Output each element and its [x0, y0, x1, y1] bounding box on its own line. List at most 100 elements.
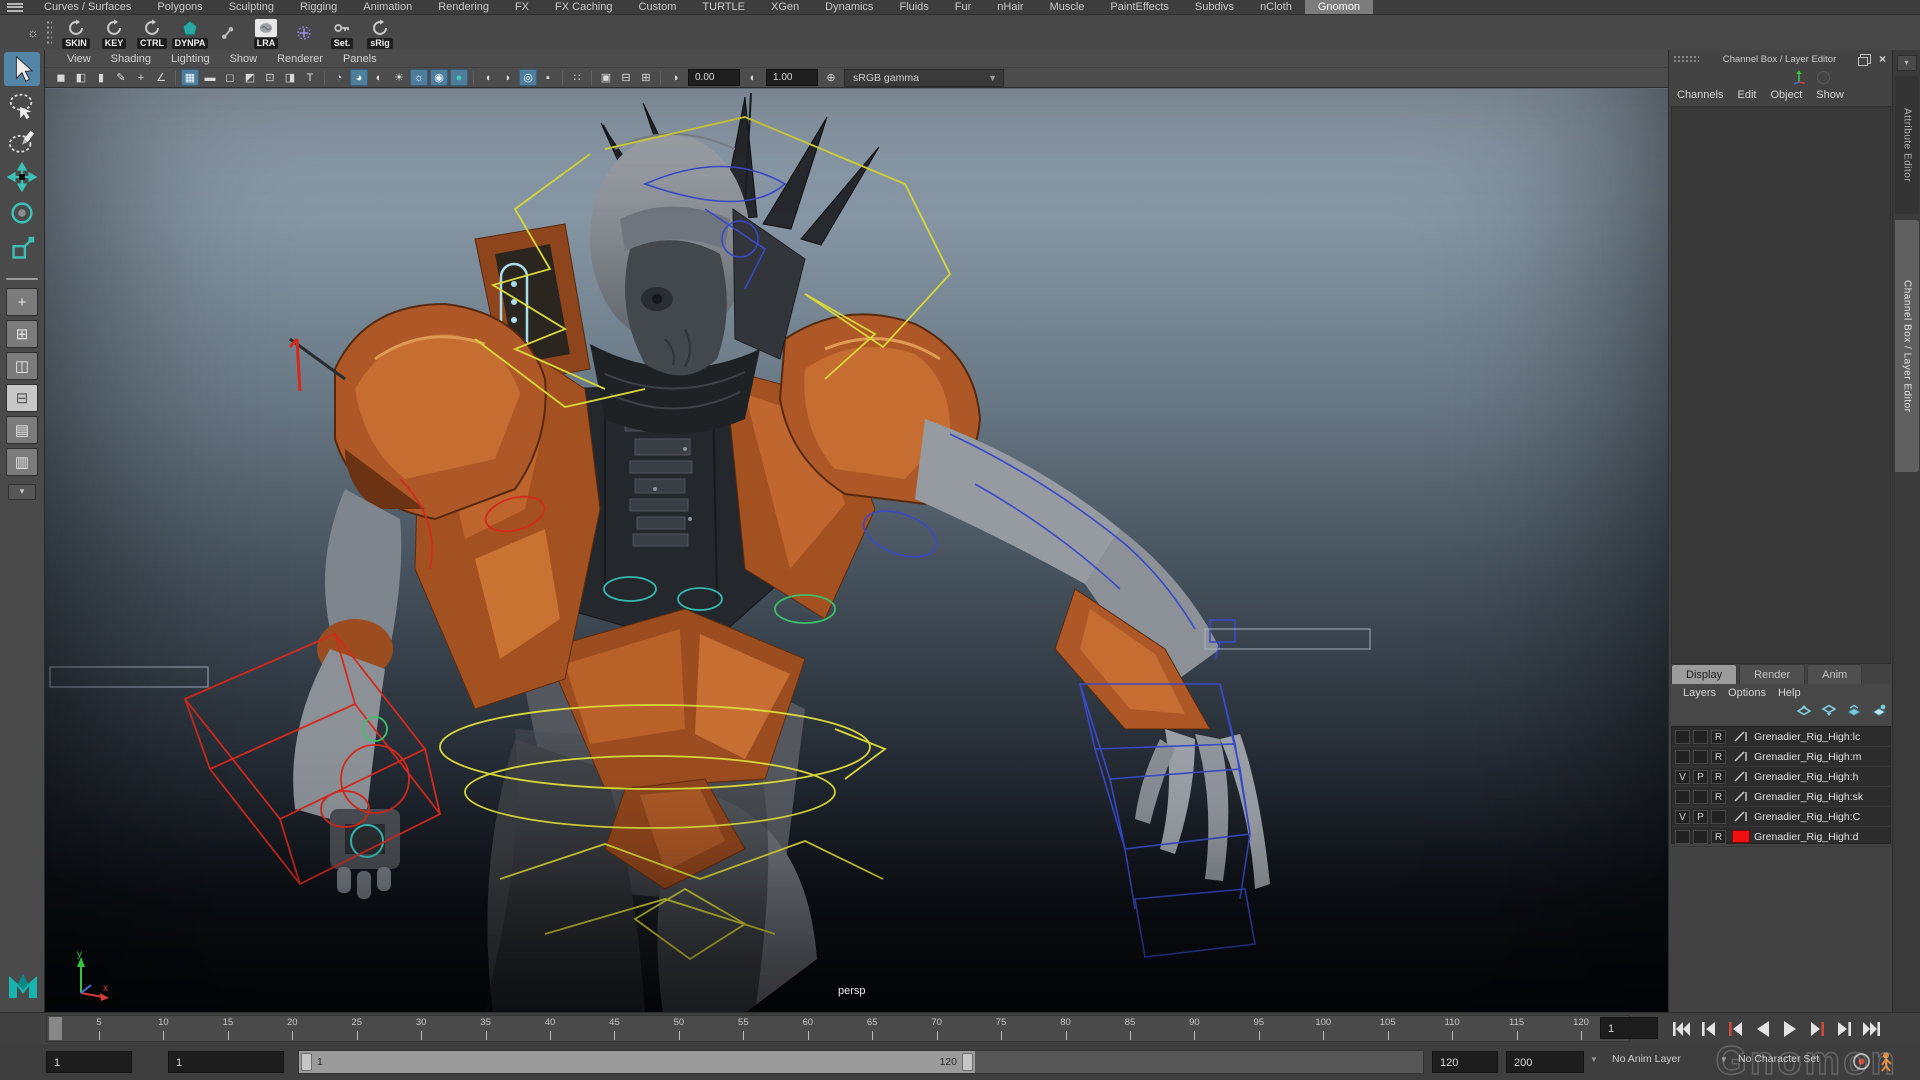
layer-color-swatch[interactable]: [1732, 770, 1750, 783]
gamma-field[interactable]: 1.00: [766, 69, 818, 86]
layer-down-icon[interactable]: [1821, 703, 1837, 723]
pane-outliner-layout[interactable]: ◫: [6, 352, 38, 380]
side-strip-arrow-icon[interactable]: ▾: [1897, 55, 1917, 71]
pane-two-icon[interactable]: ⊟: [617, 69, 635, 86]
contrast-icon[interactable]: ◐: [744, 69, 762, 86]
manipulator-icon[interactable]: +: [132, 69, 150, 86]
menubar-item-rigging[interactable]: Rigging: [287, 0, 350, 14]
layer-row[interactable]: RGrenadier_Rig_High:m: [1672, 747, 1890, 767]
panel-menu-panels[interactable]: Panels: [333, 53, 387, 65]
layer-row[interactable]: RGrenadier_Rig_High:d: [1672, 827, 1890, 847]
menubar-item-ncloth[interactable]: nCloth: [1247, 0, 1305, 14]
fog-icon[interactable]: ▪: [539, 69, 557, 86]
playback-toggle[interactable]: [1693, 750, 1708, 764]
step-forward-key-button[interactable]: [1803, 1016, 1830, 1041]
visibility-toggle[interactable]: [1675, 730, 1690, 744]
layer-color-swatch[interactable]: [1732, 730, 1750, 743]
motion-blur-icon[interactable]: ●: [450, 69, 468, 86]
shelf-item-key[interactable]: KEY: [96, 16, 132, 49]
close-icon[interactable]: ×: [1879, 53, 1886, 65]
play-backwards-button[interactable]: [1749, 1016, 1776, 1041]
display-mode-toggle[interactable]: R: [1711, 790, 1726, 804]
panel-menu-lighting[interactable]: Lighting: [161, 53, 220, 65]
panel-menu-show[interactable]: Show: [220, 53, 268, 65]
custom-pane-layout[interactable]: ▥: [6, 448, 38, 476]
panel-grip[interactable]: [1673, 55, 1699, 63]
colorspace-dropdown[interactable]: sRGB gamma ▼: [844, 69, 1004, 87]
channel-box-menu-edit[interactable]: Edit: [1737, 89, 1756, 101]
layer-row[interactable]: VPRGrenadier_Rig_High:h: [1672, 767, 1890, 787]
exposure-icon[interactable]: ◑: [666, 69, 684, 86]
isolate-select-icon[interactable]: ◎: [519, 69, 537, 86]
current-frame-field[interactable]: 1: [1600, 1017, 1658, 1039]
tab-attribute-editor[interactable]: Attribute Editor: [1895, 76, 1919, 214]
display-mode-toggle[interactable]: R: [1711, 730, 1726, 744]
default-material-icon[interactable]: ◔: [330, 69, 348, 86]
two-pane-layout[interactable]: ⊟: [6, 384, 38, 412]
range-end-handle[interactable]: [962, 1053, 973, 1071]
playback-toggle[interactable]: P: [1693, 810, 1708, 824]
single-pane-layout[interactable]: +: [6, 288, 38, 316]
menubar-item-muscle[interactable]: Muscle: [1037, 0, 1098, 14]
ambient-occlusion-icon[interactable]: ◉: [430, 69, 448, 86]
shelf-options-icon[interactable]: ☼: [24, 25, 42, 40]
playback-toggle[interactable]: P: [1693, 770, 1708, 784]
chevron-down-icon[interactable]: ▼: [1590, 1055, 1598, 1064]
menubar-item-curves-surfaces[interactable]: Curves / Surfaces: [31, 0, 144, 14]
camera-icon[interactable]: ◼: [52, 69, 70, 86]
range-start-handle[interactable]: [301, 1053, 312, 1071]
range-slider-groove[interactable]: 1 120: [298, 1050, 1424, 1074]
display-mode-toggle[interactable]: [1711, 810, 1726, 824]
layer-up-icon[interactable]: [1796, 703, 1812, 723]
xray-icon[interactable]: ◖: [479, 69, 497, 86]
menubar-item-rendering[interactable]: Rendering: [425, 0, 502, 14]
shelf-item-srig[interactable]: sRig: [362, 16, 398, 49]
layout-more-button[interactable]: ▾: [8, 484, 36, 500]
character-set-dropdown[interactable]: No Character Set: [1738, 1053, 1819, 1065]
shelf-item-joint[interactable]: [210, 16, 246, 49]
rotate-tool[interactable]: [4, 196, 40, 230]
current-time-marker[interactable]: [49, 1017, 62, 1040]
animation-preferences-icon[interactable]: [1876, 1051, 1896, 1072]
menubar-item-fx[interactable]: FX: [502, 0, 542, 14]
layer-tab-display[interactable]: Display: [1671, 664, 1737, 684]
grid-icon[interactable]: ▦: [181, 69, 199, 86]
layer-color-swatch[interactable]: [1732, 790, 1750, 803]
color-management-icon[interactable]: ⊕: [822, 69, 840, 86]
menubar-item-nhair[interactable]: nHair: [984, 0, 1036, 14]
menubar-item-gnomon[interactable]: Gnomon: [1305, 0, 1373, 14]
scale-tool[interactable]: [4, 232, 40, 266]
select-tool[interactable]: [4, 52, 40, 86]
playback-toggle[interactable]: [1693, 730, 1708, 744]
layer-row[interactable]: RGrenadier_Rig_High:sk: [1672, 787, 1890, 807]
highlight-selection-icon[interactable]: ∷: [568, 69, 586, 86]
layer-tab-anim[interactable]: Anim: [1807, 664, 1862, 684]
gate-mask-icon[interactable]: ◩: [241, 69, 259, 86]
bookmark-icon[interactable]: ▮: [92, 69, 110, 86]
panel-menu-view[interactable]: View: [57, 53, 101, 65]
lasso-select-tool[interactable]: [4, 88, 40, 122]
paint-select-tool[interactable]: [4, 124, 40, 158]
shelf-item-skin[interactable]: SKIN: [58, 16, 94, 49]
grease-pencil-icon[interactable]: ✎: [112, 69, 130, 86]
shaded-display-icon[interactable]: ◕: [350, 69, 368, 86]
layer-tab-render[interactable]: Render: [1739, 664, 1805, 684]
layer-menu-options[interactable]: Options: [1728, 687, 1766, 699]
shelf-item-dynpa[interactable]: DYNPA: [172, 16, 208, 49]
chevron-down-icon[interactable]: ▼: [1720, 1055, 1728, 1064]
camera-settings-icon[interactable]: ◧: [72, 69, 90, 86]
pane-single-icon[interactable]: ▣: [597, 69, 615, 86]
menubar-item-painteffects[interactable]: PaintEffects: [1097, 0, 1182, 14]
four-pane-layout[interactable]: ⊞: [6, 320, 38, 348]
rotate-gizmo-icon[interactable]: [1817, 71, 1830, 84]
shelf-item-ctrl[interactable]: CTRL: [134, 16, 170, 49]
menubar-item-sculpting[interactable]: Sculpting: [216, 0, 287, 14]
menubar-item-fur[interactable]: Fur: [942, 0, 985, 14]
menubar-item-turtle[interactable]: TURTLE: [689, 0, 758, 14]
menubar-item-xgen[interactable]: XGen: [758, 0, 812, 14]
visibility-toggle[interactable]: [1675, 830, 1690, 844]
channel-box-menu-channels[interactable]: Channels: [1677, 89, 1723, 101]
auto-keyframe-icon[interactable]: [1852, 1052, 1871, 1071]
menubar-item-fluids[interactable]: Fluids: [886, 0, 941, 14]
move-tool[interactable]: [4, 160, 40, 194]
